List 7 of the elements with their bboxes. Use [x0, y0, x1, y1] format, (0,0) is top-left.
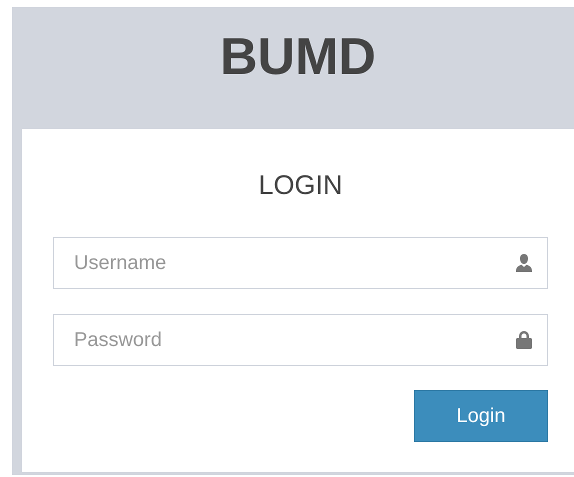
brand-title: BUMD [220, 31, 376, 83]
user-icon [516, 254, 532, 272]
username-field[interactable]: Username [53, 237, 548, 289]
login-title: LOGIN [257, 169, 344, 201]
password-field[interactable]: Password [53, 314, 548, 366]
lock-icon [516, 331, 532, 349]
login-button[interactable]: Login [414, 390, 548, 442]
